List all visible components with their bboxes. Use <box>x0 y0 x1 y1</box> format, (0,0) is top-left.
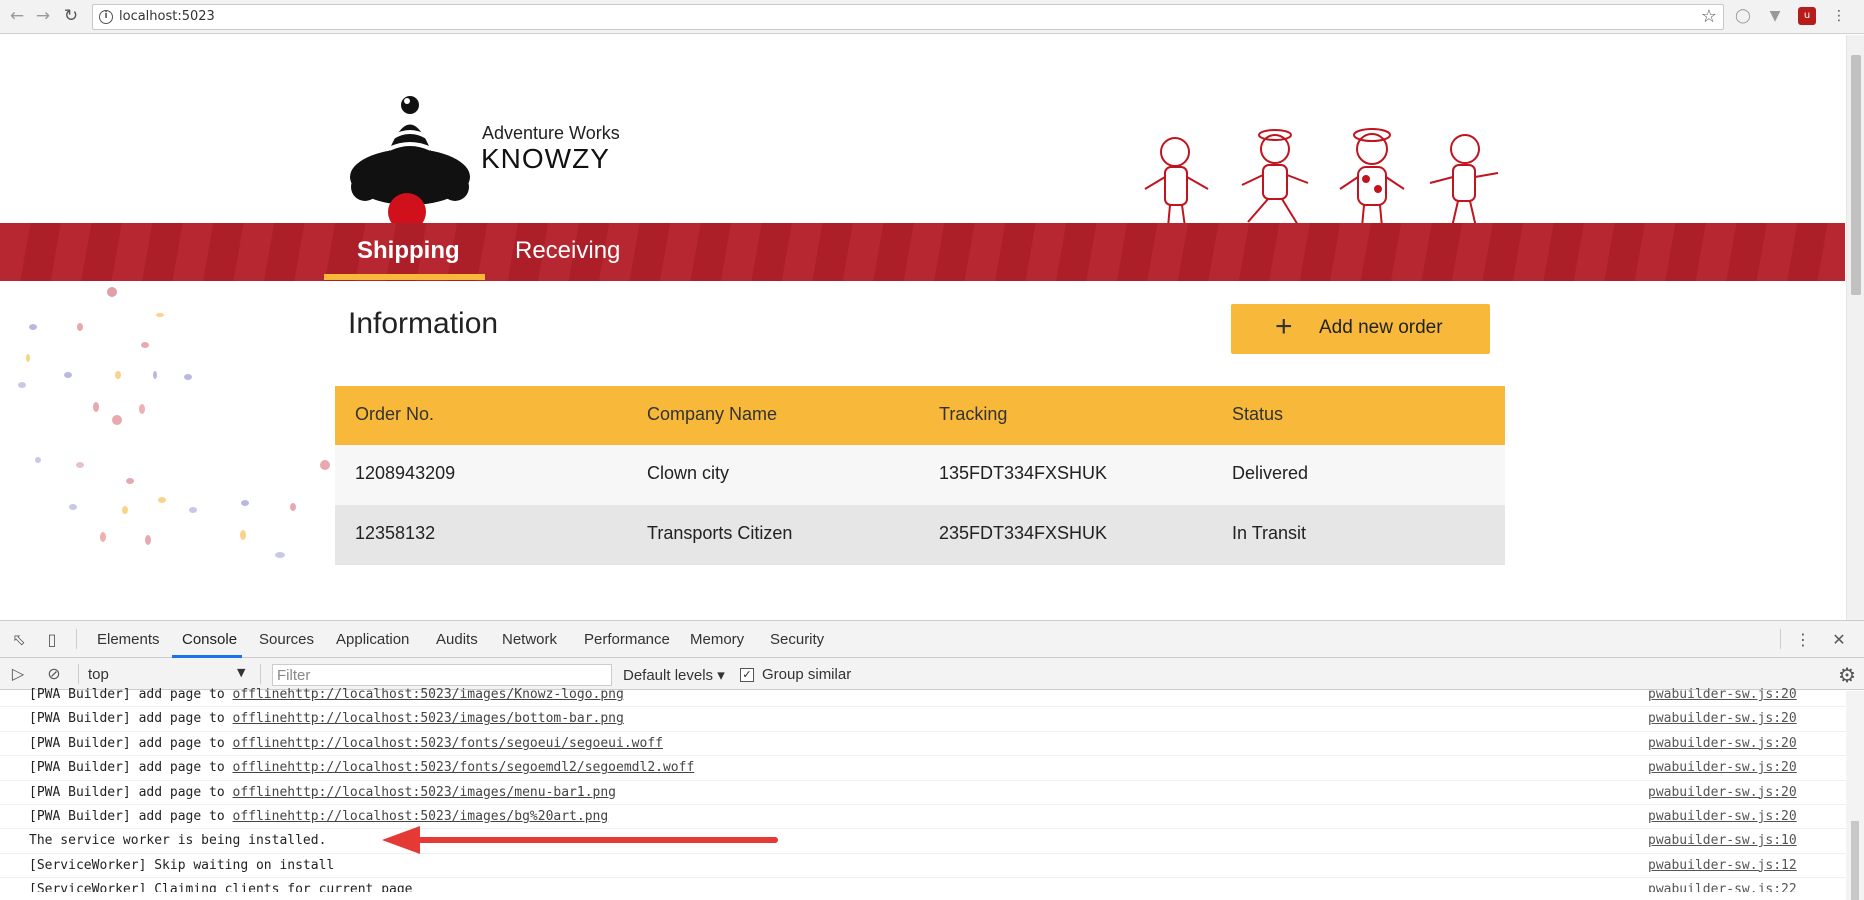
address-bar[interactable]: i localhost:5023 ☆ <box>92 4 1724 30</box>
log-source-link[interactable]: pwabuilder-sw.js:10 <box>1648 833 1797 848</box>
devtools-tab-network[interactable]: Network <box>502 631 557 648</box>
forward-arrow-icon[interactable]: → <box>32 5 54 27</box>
knowzy-logo <box>350 96 470 231</box>
section-title: Information <box>348 307 499 340</box>
console-message: [PWA Builder] add page to offlinehttp://… <box>0 781 1864 805</box>
log-link[interactable]: offlinehttp://localhost:5023/fonts/segoe… <box>233 760 695 775</box>
log-link[interactable]: offlinehttp://localhost:5023/images/bott… <box>233 711 624 726</box>
info-icon[interactable]: i <box>99 10 113 24</box>
status: In Transit <box>1232 523 1307 543</box>
orders-table: Order No. Company Name Tracking Status 1… <box>335 386 1505 565</box>
header-tracking[interactable]: Tracking <box>939 404 1007 425</box>
tracking-number: 235FDT334FXSHUK <box>939 523 1108 543</box>
devtools-tab-sources[interactable]: Sources <box>259 631 314 648</box>
log-source-link[interactable]: pwabuilder-sw.js:20 <box>1648 736 1797 751</box>
console-message: [ServiceWorker] Skip waiting on install p… <box>0 854 1864 879</box>
log-link[interactable]: offlinehttp://localhost:5023/images/Know… <box>233 687 624 702</box>
group-similar-checkbox[interactable]: ✓ <box>740 668 754 682</box>
group-similar-label: Group similar <box>762 666 852 683</box>
log-source-link[interactable]: pwabuilder-sw.js:22 <box>1648 882 1797 892</box>
devtools-tab-audits[interactable]: Audits <box>436 631 478 648</box>
devtools-tab-console[interactable]: Console <box>182 631 237 648</box>
log-source-link[interactable]: pwabuilder-sw.js:20 <box>1648 785 1797 800</box>
show-sidebar-icon[interactable]: ▷ <box>8 664 28 684</box>
close-devtools-icon[interactable]: ✕ <box>1829 630 1849 650</box>
console-message: The service worker is being installed. pw… <box>0 829 1864 854</box>
log-source-link[interactable]: pwabuilder-sw.js:20 <box>1648 809 1797 824</box>
context-selector[interactable]: top <box>88 666 109 683</box>
back-arrow-icon[interactable]: ← <box>6 5 28 27</box>
console-message: [PWA Builder] add page to offlinehttp://… <box>0 683 1864 708</box>
log-source-link[interactable]: pwabuilder-sw.js:20 <box>1648 687 1797 702</box>
browser-menu-icon[interactable]: ⋮ <box>1830 7 1848 25</box>
devtools-tab-performance[interactable]: Performance <box>584 631 670 648</box>
order-number: 12358132 <box>355 523 436 543</box>
log-link[interactable]: offlinehttp://localhost:5023/images/menu… <box>233 785 617 800</box>
context-dropdown-icon[interactable]: ▼ <box>237 666 245 679</box>
devtools-tab-memory[interactable]: Memory <box>690 631 744 648</box>
console-message: [PWA Builder] add page to offlinehttp://… <box>0 756 1864 781</box>
browser-toolbar: ← → ↻ i localhost:5023 ☆ ◯ ▼ u ⋮ <box>0 0 1864 34</box>
table-row[interactable]: 12358132 Transports Citizen 235FDT334FXS… <box>335 505 1505 565</box>
clear-console-icon[interactable]: ⊘ <box>44 664 64 684</box>
header-company-name[interactable]: Company Name <box>647 404 777 425</box>
header-order-no[interactable]: Order No. <box>355 404 434 425</box>
brand-subtitle: Adventure Works <box>482 123 620 143</box>
bookmark-star-icon[interactable]: ☆ <box>1701 6 1717 27</box>
company-name: Transports Citizen <box>647 523 793 543</box>
devtools-tab-elements[interactable]: Elements <box>97 631 160 648</box>
device-toolbar-icon[interactable]: ▯ <box>42 630 62 650</box>
extension-icon[interactable]: ◯ <box>1734 7 1752 25</box>
devtools-tab-security[interactable]: Security <box>770 631 824 648</box>
devtools-panel: ⬁ ▯ Elements Console Sources Application… <box>0 620 1864 900</box>
devtools-tabbar: ⬁ ▯ Elements Console Sources Application… <box>0 621 1864 658</box>
annotation-arrow-icon <box>382 826 778 854</box>
tracking-number: 135FDT334FXSHUK <box>939 463 1108 483</box>
console-scrollbar[interactable] <box>1846 691 1864 900</box>
main-nav-bar: Shipping Receiving <box>0 223 1845 281</box>
log-levels-dropdown[interactable]: Default levels ▾ <box>623 666 725 684</box>
filter-placeholder: Filter <box>277 667 311 684</box>
log-link[interactable]: offlinehttp://localhost:5023/fonts/segoe… <box>233 736 663 751</box>
console-message: [PWA Builder] add page to offlinehttp://… <box>0 732 1864 757</box>
console-message: [PWA Builder] add page to offlinehttp://… <box>0 707 1864 732</box>
table-row[interactable]: 1208943209 Clown city 135FDT334FXSHUK De… <box>335 445 1505 505</box>
add-new-order-button[interactable]: + Add new order <box>1231 304 1490 354</box>
log-source-link[interactable]: pwabuilder-sw.js:20 <box>1648 711 1797 726</box>
console-message: [ServiceWorker] Claiming clients for cur… <box>0 878 1864 892</box>
status: Delivered <box>1232 463 1309 483</box>
add-new-order-label: Add new order <box>1319 317 1443 338</box>
confetti-decoration <box>18 287 330 558</box>
url-text[interactable]: localhost:5023 <box>119 9 215 24</box>
reload-icon[interactable]: ↻ <box>60 5 82 27</box>
page-scrollbar[interactable] <box>1846 35 1864 620</box>
log-source-link[interactable]: pwabuilder-sw.js:20 <box>1648 760 1797 775</box>
log-levels-label: Default levels <box>623 667 714 684</box>
vue-devtools-icon[interactable]: ▼ <box>1766 7 1784 25</box>
inspect-element-icon[interactable]: ⬁ <box>9 630 29 650</box>
active-tab-indicator <box>324 274 485 280</box>
plus-icon: + <box>1275 310 1293 343</box>
brand-title: KNOWZY <box>481 143 610 174</box>
console-log-list: [PWA Builder] add page to offlinehttp://… <box>0 683 1864 892</box>
nav-tab-receiving[interactable]: Receiving <box>515 237 620 265</box>
table-header: Order No. Company Name Tracking Status <box>335 386 1505 445</box>
console-message: [PWA Builder] add page to offlinehttp://… <box>0 805 1864 830</box>
devtools-tab-application[interactable]: Application <box>336 631 409 648</box>
nav-tab-shipping[interactable]: Shipping <box>357 237 460 265</box>
log-source-link[interactable]: pwabuilder-sw.js:12 <box>1648 858 1797 873</box>
kebab-menu-icon[interactable]: ⋮ <box>1793 630 1813 650</box>
ublock-icon[interactable]: u <box>1798 7 1816 25</box>
company-name: Clown city <box>647 463 730 483</box>
web-page: Adventure Works KNOWZY Shipping Receivin… <box>0 35 1864 620</box>
header-status[interactable]: Status <box>1232 404 1283 425</box>
order-number: 1208943209 <box>355 463 456 483</box>
